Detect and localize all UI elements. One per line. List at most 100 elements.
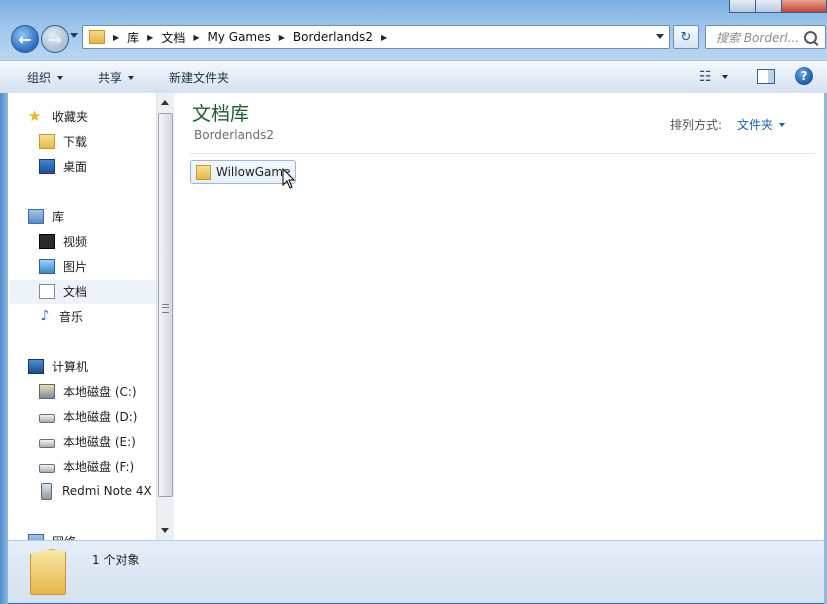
pictures-library-icon (39, 258, 55, 274)
forward-button[interactable]: → (41, 25, 69, 53)
divider (190, 153, 815, 154)
search-input[interactable]: 搜索 Borderl... (716, 29, 804, 46)
sidebar-item-label: 桌面 (63, 159, 88, 174)
library-title: 文档库 (192, 103, 250, 125)
organize-label: 组织 (27, 71, 52, 85)
window-controls (729, 0, 827, 14)
sidebar-item-phone[interactable]: Redmi Note 4X (39, 480, 152, 502)
chevron-down-icon (57, 75, 64, 80)
breadcrumb-my-games[interactable]: My Games (208, 30, 271, 44)
mouse-cursor-icon (282, 168, 296, 189)
details-pane: 1 个对象 (8, 540, 824, 603)
arrange-by-dropdown[interactable]: 文件夹 (737, 116, 786, 133)
help-glyph: ? (800, 69, 808, 83)
sidebar-item-label: Redmi Note 4X (62, 484, 152, 498)
window-frame-left (0, 93, 8, 604)
sidebar-item-network[interactable]: 网络 (28, 530, 76, 540)
chevron-right-icon[interactable]: ▶ (193, 33, 199, 42)
library-subtitle: Borderlands2 (194, 128, 275, 142)
sidebar-item-documents[interactable]: 文档 (39, 280, 87, 302)
sidebar-item-label: 本地磁盘 (E:) (63, 434, 136, 449)
recent-pages-dropdown[interactable] (70, 33, 78, 38)
sidebar-item-videos[interactable]: 视频 (39, 230, 87, 252)
maximize-button[interactable] (755, 0, 782, 13)
hard-drive-icon (39, 438, 55, 448)
sidebar-item-label: 文档 (63, 284, 88, 299)
file-item-willowgame[interactable]: WillowGame (190, 160, 296, 184)
sidebar-item-label: 下载 (63, 134, 88, 149)
system-drive-icon (39, 383, 55, 399)
breadcrumb-borderlands2[interactable]: Borderlands2 (293, 30, 373, 44)
sidebar-item-libraries[interactable]: 库 (28, 205, 64, 227)
scroll-down-arrow-icon[interactable] (161, 528, 169, 533)
sidebar-item-music[interactable]: ♪ 音乐 (39, 305, 83, 327)
folder-icon (30, 549, 66, 595)
refresh-button[interactable]: ↻ (673, 25, 699, 49)
minimize-button[interactable] (729, 0, 756, 13)
sidebar-item-label: 本地磁盘 (F:) (63, 459, 135, 474)
sidebar-item-label: 网络 (52, 533, 76, 541)
breadcrumb-library[interactable]: 库 (127, 29, 139, 46)
sidebar-item-label: 库 (52, 209, 65, 224)
view-options-icon: ☷ (699, 69, 712, 85)
chevron-right-icon[interactable]: ▶ (113, 33, 119, 42)
chevron-down-icon (779, 122, 786, 127)
help-icon[interactable]: ? (795, 67, 813, 85)
share-button[interactable]: 共享 (98, 69, 135, 86)
sidebar-item-label: 本地磁盘 (D:) (63, 409, 138, 424)
navigation-scrollbar[interactable] (156, 93, 174, 540)
back-button[interactable]: ← (11, 25, 39, 53)
sidebar-item-label: 计算机 (52, 359, 89, 374)
organize-button[interactable]: 组织 (27, 69, 64, 86)
hard-drive-icon (39, 413, 55, 423)
sidebar-item-label: 视频 (63, 234, 88, 249)
sidebar-item-drive-c[interactable]: 本地磁盘 (C:) (39, 380, 137, 402)
hard-drive-icon (39, 463, 55, 473)
sidebar-item-downloads[interactable]: 下载 (39, 130, 87, 152)
chevron-right-icon[interactable]: ▶ (147, 33, 153, 42)
downloads-folder-icon (39, 133, 55, 149)
sidebar-item-favorites[interactable]: ★ 收藏夹 (28, 105, 88, 127)
share-label: 共享 (98, 71, 123, 85)
search-icon[interactable] (804, 30, 817, 44)
sidebar-item-drive-d[interactable]: 本地磁盘 (D:) (39, 405, 137, 427)
sidebar-item-label: 图片 (63, 259, 88, 274)
title-bar: ← → ▶ 库 ▶ 文档 ▶ My Games ▶ Borderlands2 ▶… (0, 0, 827, 60)
sidebar-item-drive-f[interactable]: 本地磁盘 (F:) (39, 455, 134, 477)
close-button[interactable] (781, 0, 827, 13)
chevron-down-icon[interactable] (656, 34, 664, 39)
content-pane: 文档库 Borderlands2 排列方式: 文件夹 WillowGame (174, 93, 824, 540)
video-library-icon (39, 233, 55, 249)
computer-icon (28, 358, 44, 374)
preview-pane-icon[interactable] (757, 69, 775, 84)
command-bar: 组织 共享 新建文件夹 ☷ ? (0, 60, 827, 94)
sidebar-item-desktop[interactable]: 桌面 (39, 155, 87, 177)
address-bar[interactable]: ▶ 库 ▶ 文档 ▶ My Games ▶ Borderlands2 ▶ (82, 25, 670, 49)
new-folder-label: 新建文件夹 (169, 71, 230, 85)
folder-icon (89, 30, 105, 44)
arrange-by-label: 排列方式: (670, 118, 723, 132)
back-arrow-icon: ← (18, 29, 32, 49)
desktop-icon (39, 158, 55, 174)
folder-icon (196, 164, 211, 180)
chevron-right-icon[interactable]: ▶ (381, 33, 387, 42)
sidebar-item-computer[interactable]: 计算机 (28, 355, 88, 377)
view-options-button[interactable]: ☷ (699, 69, 728, 85)
music-note-icon: ♪ (40, 308, 50, 324)
star-icon: ★ (28, 107, 42, 125)
scrollbar-thumb[interactable] (158, 113, 173, 497)
chevron-right-icon[interactable]: ▶ (279, 33, 285, 42)
chevron-down-icon (721, 75, 728, 79)
navigation-pane: ★ 收藏夹 下载 桌面 库 视频 图片 文档 ♪ 音乐 计算机 本地磁盘 (C:… (8, 93, 156, 540)
grip-icon (162, 304, 169, 313)
search-box[interactable]: 搜索 Borderl... (705, 25, 826, 49)
refresh-icon: ↻ (680, 29, 692, 45)
sidebar-item-pictures[interactable]: 图片 (39, 255, 87, 277)
sidebar-item-drive-e[interactable]: 本地磁盘 (E:) (39, 430, 136, 452)
scroll-up-arrow-icon[interactable] (161, 100, 169, 105)
arrange-by-value: 文件夹 (737, 118, 774, 132)
new-folder-button[interactable]: 新建文件夹 (169, 69, 229, 86)
sidebar-item-label: 音乐 (59, 309, 84, 324)
item-count: 1 个对象 (92, 553, 140, 567)
breadcrumb-documents[interactable]: 文档 (161, 29, 185, 46)
